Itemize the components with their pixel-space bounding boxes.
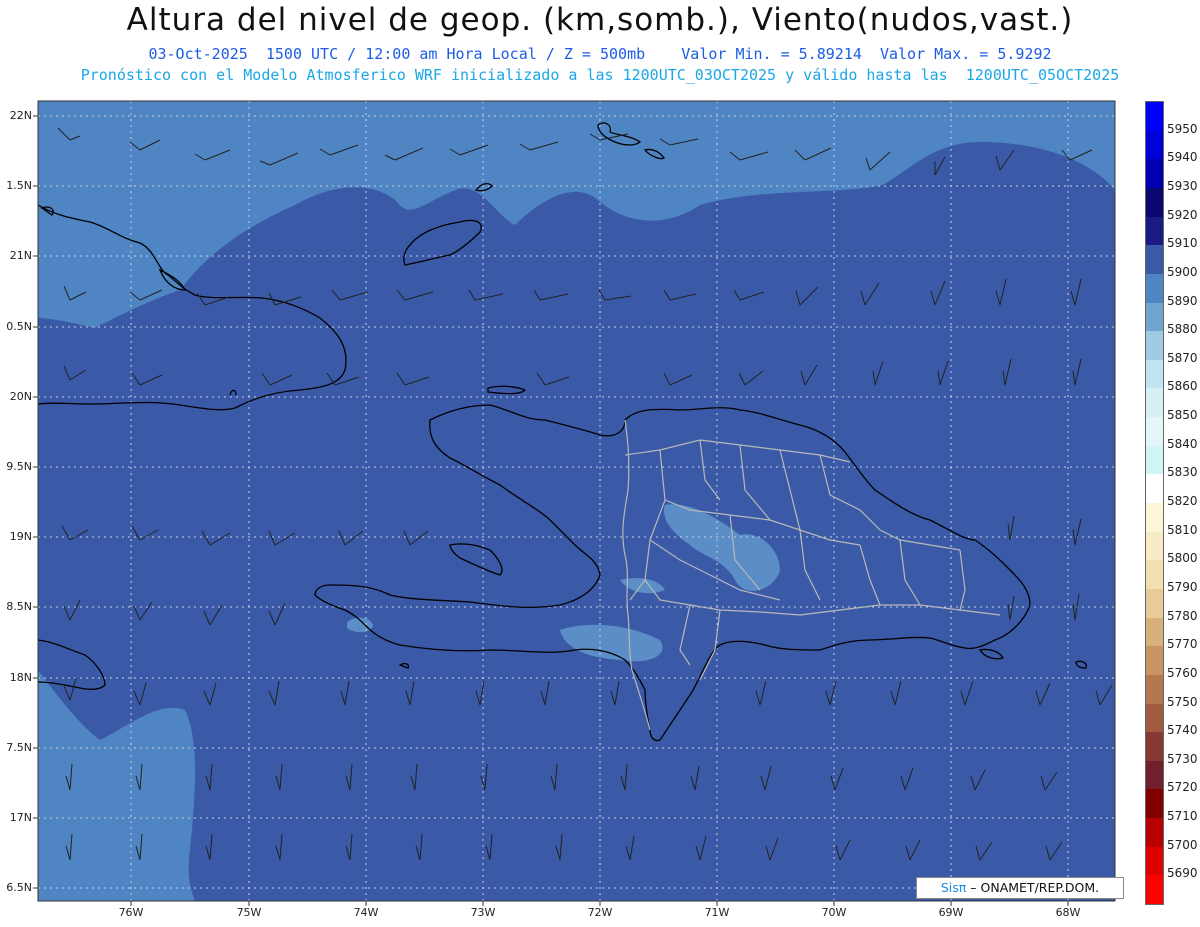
- colorbar-label: 5750: [1167, 694, 1198, 709]
- colorbar-label: 5890: [1167, 293, 1198, 308]
- colorbar-label: 5780: [1167, 608, 1198, 623]
- lon-label: 75W: [236, 906, 262, 919]
- lon-label: 73W: [470, 906, 496, 919]
- colorbar-label: 5900: [1167, 264, 1198, 279]
- lat-label: 7.5N: [6, 741, 32, 754]
- credit-text: – ONAMET/REP.DOM.: [970, 880, 1100, 895]
- colorbar-label: 5700: [1167, 837, 1198, 852]
- colorbar-swatch: [1146, 760, 1163, 790]
- colorbar-swatch: [1146, 560, 1163, 590]
- colorbar-swatch: [1146, 474, 1163, 504]
- credit-logo: Sisπ: [940, 880, 967, 895]
- colorbar-swatch: [1146, 388, 1163, 418]
- colorbar-label: 5920: [1167, 207, 1198, 222]
- lon-label: 72W: [587, 906, 613, 919]
- colorbar-swatch: [1146, 703, 1163, 733]
- colorbar-swatch: [1146, 159, 1163, 189]
- colorbar-label: 5930: [1167, 178, 1198, 193]
- lat-label: 19N: [9, 530, 32, 543]
- map-svg: [33, 100, 1116, 906]
- colorbar-label: 5740: [1167, 723, 1198, 738]
- colorbar-swatch: [1146, 245, 1163, 275]
- colorbar-swatch: [1146, 302, 1163, 332]
- colorbar-swatch: [1146, 789, 1163, 819]
- colorbar-label: 5840: [1167, 436, 1198, 451]
- colorbar-swatch: [1146, 331, 1163, 361]
- colorbar-swatch: [1146, 646, 1163, 676]
- colorbar-swatch: [1146, 674, 1163, 704]
- colorbar-label: 5850: [1167, 408, 1198, 423]
- colorbar-label: 5830: [1167, 465, 1198, 480]
- colorbar-swatch: [1146, 588, 1163, 619]
- colorbar-swatch: [1146, 417, 1163, 447]
- colorbar-swatch: [1146, 503, 1163, 533]
- colorbar-label: 5910: [1167, 236, 1198, 251]
- lat-label: 8.5N: [6, 600, 32, 613]
- lat-label: 0.5N: [6, 320, 32, 333]
- lon-label: 69W: [938, 906, 964, 919]
- colorbar-label: 5880: [1167, 322, 1198, 337]
- colorbar-swatch: [1146, 846, 1163, 876]
- colorbar: [1145, 101, 1164, 905]
- colorbar-label: 5710: [1167, 809, 1198, 824]
- colorbar-label: 5870: [1167, 350, 1198, 365]
- lon-label: 76W: [118, 906, 144, 919]
- lon-label: 70W: [821, 906, 847, 919]
- lat-label: 6.5N: [6, 881, 32, 894]
- lat-label: 1.5N: [6, 179, 32, 192]
- colorbar-label: 5810: [1167, 522, 1198, 537]
- lon-label: 71W: [704, 906, 730, 919]
- lat-label: 22N: [9, 109, 32, 122]
- colorbar-swatch: [1146, 187, 1163, 218]
- colorbar-label: 5730: [1167, 751, 1198, 766]
- lon-label: 74W: [353, 906, 379, 919]
- colorbar-swatch: [1146, 732, 1163, 762]
- colorbar-swatch: [1146, 273, 1163, 303]
- colorbar-swatch: [1146, 617, 1163, 647]
- colorbar-swatch: [1146, 445, 1163, 475]
- colorbar-label: 5720: [1167, 780, 1198, 795]
- credit-box: Sisπ – ONAMET/REP.DOM.: [916, 877, 1124, 899]
- colorbar-swatch: [1146, 216, 1163, 246]
- colorbar-swatch: [1146, 130, 1163, 160]
- lat-label: 17N: [9, 811, 32, 824]
- lat-label: 18N: [9, 671, 32, 684]
- colorbar-label: 5790: [1167, 579, 1198, 594]
- lat-label: 20N: [9, 390, 32, 403]
- colorbar-label: 5940: [1167, 150, 1198, 165]
- colorbar-label: 5690: [1167, 866, 1198, 881]
- colorbar-label: 5860: [1167, 379, 1198, 394]
- colorbar-swatch: [1146, 102, 1163, 132]
- colorbar-swatch: [1146, 359, 1163, 389]
- colorbar-swatch: [1146, 531, 1163, 561]
- lon-label: 68W: [1055, 906, 1081, 919]
- lat-label: 9.5N: [6, 460, 32, 473]
- colorbar-swatch: [1146, 875, 1163, 905]
- colorbar-swatch: [1146, 818, 1163, 848]
- colorbar-label: 5770: [1167, 637, 1198, 652]
- colorbar-label: 5950: [1167, 121, 1198, 136]
- colorbar-label: 5820: [1167, 494, 1198, 508]
- colorbar-label: 5800: [1167, 551, 1198, 566]
- lat-label: 21N: [9, 249, 32, 262]
- colorbar-label: 5760: [1167, 665, 1198, 680]
